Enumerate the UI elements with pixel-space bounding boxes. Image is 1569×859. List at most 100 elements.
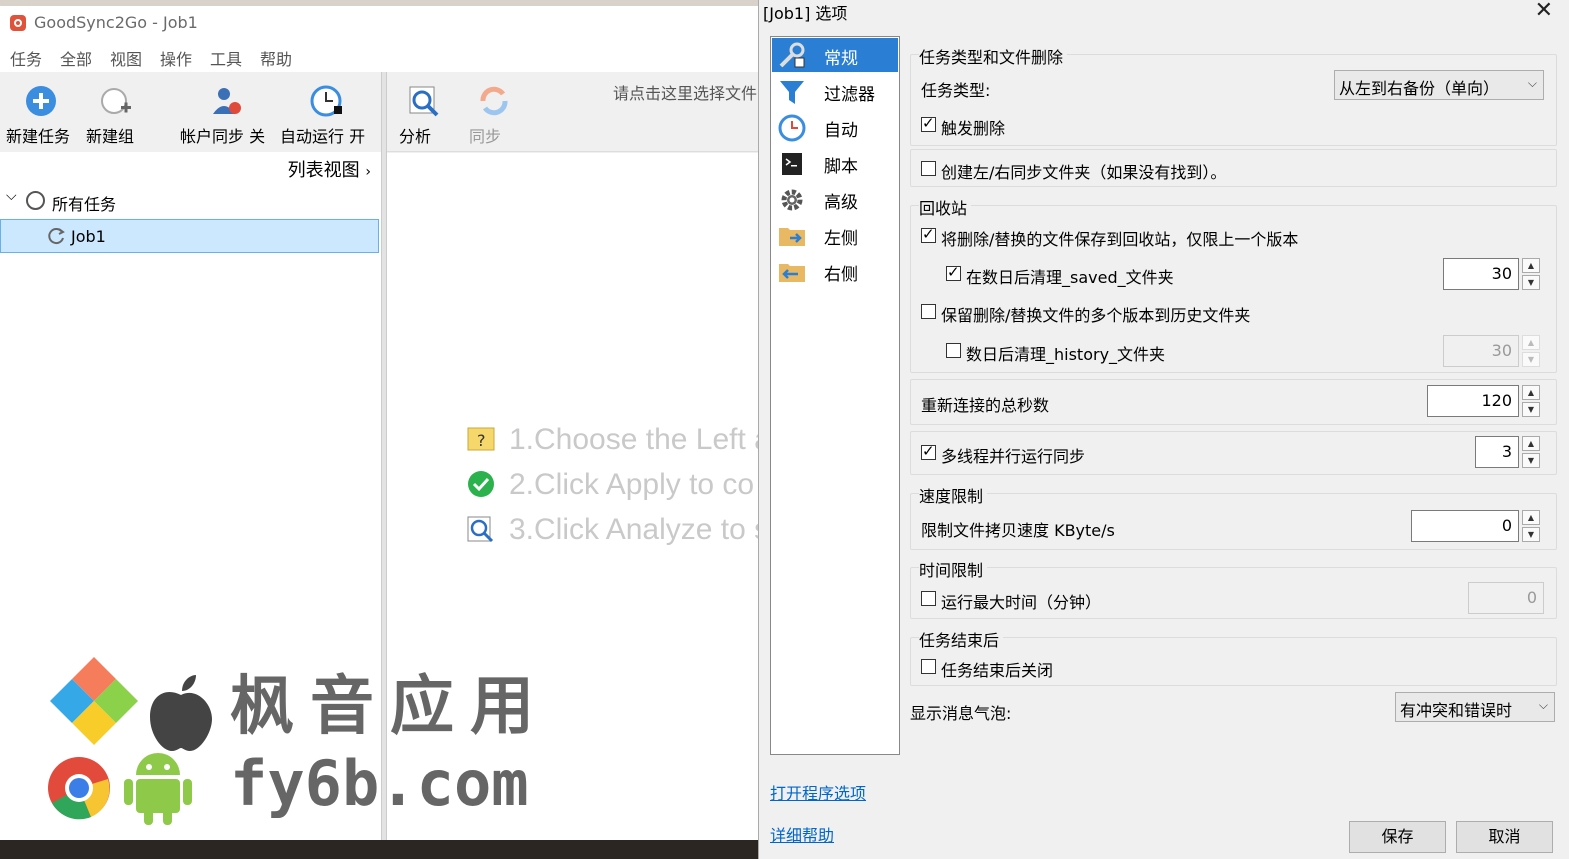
save-button[interactable]: 保存 bbox=[1349, 821, 1446, 853]
plus-circle-icon bbox=[26, 86, 56, 116]
clean-saved-label: 在数日后清理_saved_文件夹 bbox=[966, 268, 1174, 287]
menu-view[interactable]: 视图 bbox=[110, 46, 142, 70]
speed-up[interactable]: ▲ bbox=[1522, 510, 1540, 525]
save-to-recycle-label: 将删除/替换的文件保存到回收站，仅限上一个版本 bbox=[941, 230, 1299, 249]
multithread-down[interactable]: ▼ bbox=[1522, 453, 1540, 468]
category-right[interactable]: 右侧 bbox=[772, 254, 898, 288]
speed-input[interactable]: 0 bbox=[1411, 510, 1519, 542]
clock-icon bbox=[778, 114, 806, 142]
category-filter[interactable]: 过滤器 bbox=[772, 74, 898, 108]
chevron-down-icon: ⌵ bbox=[1538, 698, 1548, 712]
watermark-text-url: fy6b.com bbox=[230, 747, 529, 820]
menu-task[interactable]: 任务 bbox=[10, 46, 42, 70]
list-view-label: 列表视图 bbox=[287, 160, 360, 181]
chevron-down-icon: ⌵ bbox=[1527, 76, 1537, 90]
clean-saved-down[interactable]: ▼ bbox=[1522, 275, 1540, 290]
job1-label: Job1 bbox=[71, 227, 106, 246]
max-time-input[interactable]: 0 bbox=[1468, 582, 1544, 614]
auto-run-label: 自动运行 开 bbox=[280, 127, 366, 146]
folder-right-arrow-icon bbox=[779, 228, 805, 246]
task-type-value: 从左到右备份（单向） bbox=[1339, 79, 1500, 98]
keep-history-checkbox[interactable] bbox=[921, 304, 936, 319]
menu-action[interactable]: 操作 bbox=[160, 46, 192, 70]
dialog-title: [Job1] 选项 bbox=[763, 4, 848, 23]
trigger-delete-checkbox[interactable] bbox=[921, 114, 936, 132]
category-script-label: 脚本 bbox=[824, 157, 858, 177]
tree-job1[interactable]: Job1 bbox=[0, 219, 379, 253]
menu-tools[interactable]: 工具 bbox=[210, 46, 242, 70]
category-script[interactable]: 脚本 bbox=[772, 146, 898, 180]
clean-saved-up[interactable]: ▲ bbox=[1522, 258, 1540, 273]
chrome-logo-icon bbox=[48, 757, 110, 820]
auto-run-button[interactable]: 自动运行 开 bbox=[280, 84, 374, 146]
reconnect-down[interactable]: ▼ bbox=[1522, 402, 1540, 417]
keep-history-label: 保留删除/替换文件的多个版本到历史文件夹 bbox=[941, 306, 1251, 325]
speed-down[interactable]: ▼ bbox=[1522, 527, 1540, 542]
trigger-delete-label: 触发删除 bbox=[941, 119, 1006, 138]
clean-saved-checkbox[interactable] bbox=[946, 263, 961, 281]
clock-icon bbox=[310, 85, 342, 117]
user-sync-icon bbox=[213, 88, 241, 114]
new-group-button[interactable]: 新建组 bbox=[86, 84, 146, 146]
new-task-button[interactable]: 新建任务 bbox=[6, 84, 76, 146]
clean-history-down[interactable]: ▼ bbox=[1522, 352, 1540, 367]
detailed-help-link[interactable]: 详细帮助 bbox=[770, 822, 834, 846]
category-general[interactable]: 常规 bbox=[772, 38, 898, 72]
list-view-toggle[interactable]: 列表视图 › bbox=[288, 156, 371, 182]
account-sync-label: 帐户同步 关 bbox=[180, 127, 266, 146]
clean-history-days-input[interactable]: 30 bbox=[1443, 335, 1519, 367]
multithread-up[interactable]: ▲ bbox=[1522, 436, 1540, 451]
svg-text:?: ? bbox=[477, 431, 486, 450]
analyze-small-icon bbox=[467, 516, 494, 543]
menu-help[interactable]: 帮助 bbox=[260, 46, 292, 70]
android-logo-icon bbox=[124, 753, 192, 825]
multithread-label: 多线程并行运行同步 bbox=[941, 447, 1086, 466]
watermark: 枫音应用 fy6b.com bbox=[40, 655, 560, 835]
options-dialog: [Job1] 选项 ✕ 常规 过滤器 自动 脚本 高级 左侧 右侧 任务类型和文… bbox=[758, 0, 1569, 859]
category-left[interactable]: 左侧 bbox=[772, 218, 898, 252]
terminal-icon bbox=[782, 153, 802, 175]
bubble-select[interactable]: 有冲突和错误时 ⌵ bbox=[1395, 692, 1555, 722]
category-left-label: 左侧 bbox=[824, 229, 858, 249]
speed-label: 限制文件拷贝速度 KByte/s bbox=[921, 521, 1115, 540]
menu-all[interactable]: 全部 bbox=[60, 46, 92, 70]
new-group-icon bbox=[101, 88, 131, 114]
category-auto[interactable]: 自动 bbox=[772, 110, 898, 144]
cancel-button[interactable]: 取消 bbox=[1456, 821, 1553, 853]
category-general-label: 常规 bbox=[824, 49, 858, 69]
hint-step-2: 2.Click Apply to co bbox=[509, 468, 755, 501]
recycle-group-title: 回收站 bbox=[919, 195, 972, 219]
select-folder-hint[interactable]: 请点击这里选择文件 bbox=[613, 80, 757, 104]
hint-step-3: 3.Click Analyze to s bbox=[509, 513, 760, 546]
open-program-options-link[interactable]: 打开程序选项 bbox=[770, 780, 866, 804]
multithread-input[interactable]: 3 bbox=[1475, 436, 1519, 468]
main-window: GoodSync2Go - Job1 任务 全部 视图 操作 工具 帮助 新建任… bbox=[0, 0, 760, 840]
category-advanced-label: 高级 bbox=[824, 193, 858, 213]
category-advanced[interactable]: 高级 bbox=[772, 182, 898, 216]
reconnect-up[interactable]: ▲ bbox=[1522, 385, 1540, 400]
time-group-title: 时间限制 bbox=[919, 557, 988, 581]
max-time-checkbox[interactable] bbox=[921, 591, 936, 606]
task-type-group-title: 任务类型和文件删除 bbox=[919, 44, 1068, 68]
watermark-text-cn: 枫音应用 bbox=[230, 670, 550, 744]
close-icon[interactable]: ✕ bbox=[1535, 0, 1553, 23]
tree-all-tasks[interactable]: ⌵ 所有任务 bbox=[0, 184, 379, 218]
analyze-button[interactable]: 分析 bbox=[399, 84, 449, 146]
clean-history-up[interactable]: ▲ bbox=[1522, 335, 1540, 350]
task-type-label: 任务类型: bbox=[921, 81, 991, 100]
multithread-checkbox[interactable] bbox=[921, 442, 936, 460]
save-to-recycle-checkbox[interactable] bbox=[921, 225, 936, 243]
after-group-title: 任务结束后 bbox=[919, 627, 1004, 651]
reconnect-label: 重新连接的总秒数 bbox=[921, 396, 1050, 415]
sync-button[interactable]: 同步 bbox=[469, 84, 519, 146]
clean-saved-days-input[interactable]: 30 bbox=[1443, 258, 1519, 290]
clean-history-checkbox[interactable] bbox=[946, 343, 961, 358]
close-after-checkbox[interactable] bbox=[921, 659, 936, 674]
reconnect-input[interactable]: 120 bbox=[1427, 385, 1519, 417]
create-folders-checkbox[interactable] bbox=[921, 161, 936, 176]
account-sync-button[interactable]: 帐户同步 关 bbox=[180, 84, 274, 146]
question-folder-icon: ? bbox=[467, 427, 495, 451]
task-type-select[interactable]: 从左到右备份（单向） ⌵ bbox=[1334, 70, 1544, 100]
title-bar: GoodSync2Go - Job1 bbox=[0, 6, 760, 42]
chevron-right-icon: › bbox=[365, 164, 371, 180]
